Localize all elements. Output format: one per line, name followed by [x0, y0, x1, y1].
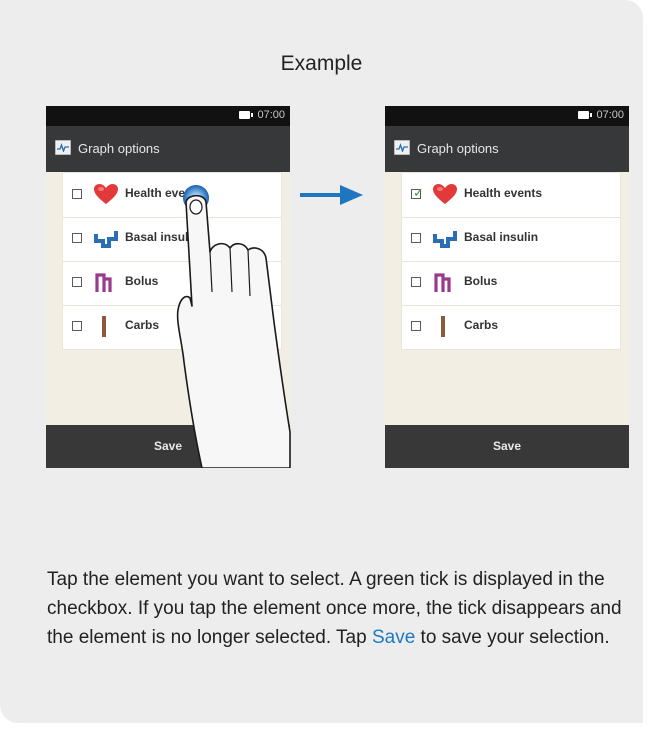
save-bar[interactable]: Save [385, 425, 629, 468]
phone-screen-after: 07:00 Graph options ✓ Health events Basa… [385, 106, 629, 468]
basal-insulin-checkbox[interactable] [411, 233, 421, 243]
carbs-icon [441, 316, 445, 337]
bolus-checkbox[interactable] [411, 277, 421, 287]
example-title: Example [280, 52, 363, 75]
check-tick-icon: ✓ [413, 185, 424, 200]
save-link: Save [371, 627, 416, 648]
option-label: Health events [464, 186, 543, 200]
option-label: Bolus [464, 274, 498, 288]
health-events-checkbox[interactable]: ✓ [411, 185, 424, 200]
option-carbs[interactable]: Carbs [402, 305, 620, 349]
status-clock: 07:00 [257, 109, 285, 121]
option-label: Bolus [125, 274, 159, 288]
header-title: Graph options [78, 141, 160, 156]
bolus-icon [95, 273, 112, 292]
basal-insulin-checkbox[interactable] [72, 233, 82, 243]
app-header: Graph options [46, 126, 290, 172]
graph-icon [55, 140, 71, 155]
tapping-hand-icon [176, 185, 291, 468]
example-panel: Example 07:00 Graph options Health event… [0, 0, 643, 723]
option-basal-insulin[interactable]: Basal insulin [402, 217, 620, 261]
graph-icon [394, 140, 410, 155]
battery-icon [239, 111, 253, 119]
option-health-events[interactable]: ✓ Health events [402, 173, 620, 217]
carbs-checkbox[interactable] [411, 321, 421, 331]
bolus-icon [434, 273, 451, 292]
health-events-checkbox[interactable] [72, 189, 82, 199]
status-clock: 07:00 [596, 109, 624, 121]
bolus-checkbox[interactable] [72, 277, 82, 287]
status-bar: 07:00 [385, 106, 629, 126]
carbs-icon [102, 316, 106, 337]
instruction-text: Tap the element you want to select. A gr… [47, 569, 622, 648]
heart-icon [94, 184, 118, 204]
heart-icon [433, 184, 457, 204]
save-button[interactable]: Save [385, 439, 629, 453]
option-label: Carbs [464, 318, 499, 332]
basal-insulin-icon [433, 231, 457, 248]
graph-options-list: ✓ Health events Basal insulin Bolus Carb… [401, 172, 621, 350]
option-label: Carbs [125, 318, 160, 332]
header-title: Graph options [417, 141, 499, 156]
option-label: Basal insulin [464, 230, 539, 244]
status-bar: 07:00 [46, 106, 290, 126]
option-bolus[interactable]: Bolus [402, 261, 620, 305]
app-header: Graph options [385, 126, 629, 172]
carbs-checkbox[interactable] [72, 321, 82, 331]
arrow-right-icon [300, 185, 363, 205]
basal-insulin-icon [94, 231, 118, 248]
battery-icon [578, 111, 592, 119]
